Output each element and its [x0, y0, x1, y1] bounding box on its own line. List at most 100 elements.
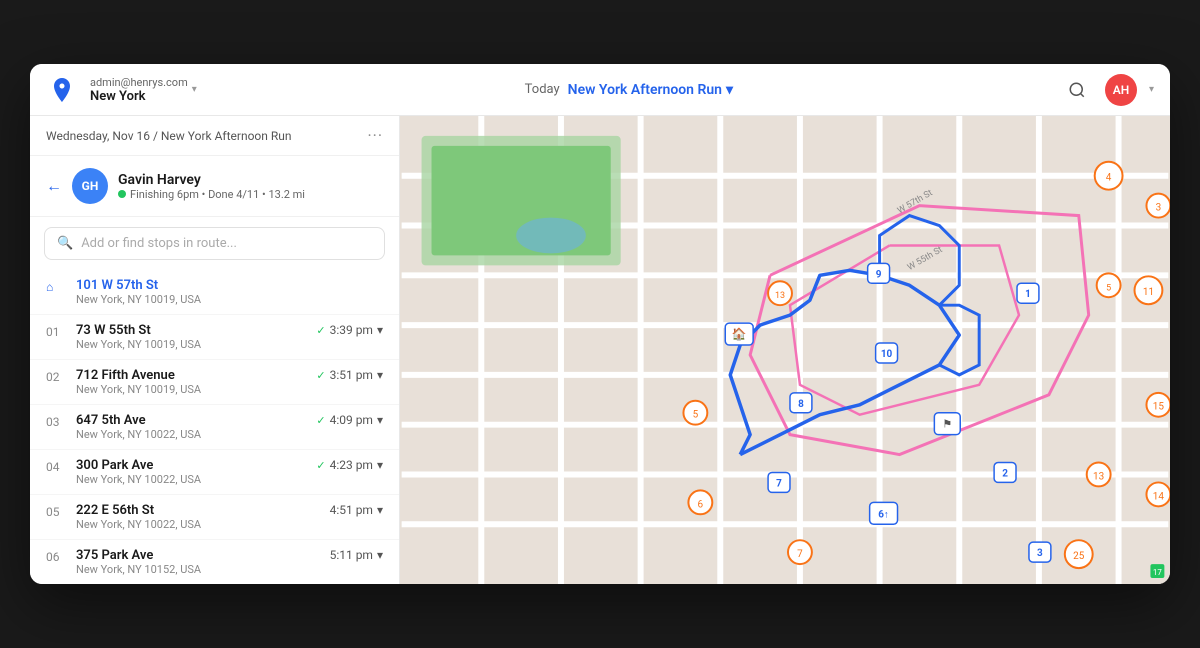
svg-text:13: 13	[1093, 471, 1104, 482]
stop-number: 01	[46, 323, 66, 339]
sidebar-header: Wednesday, Nov 16 / New York Afternoon R…	[30, 116, 399, 156]
stop-item[interactable]: ⌂ 101 W 57th StNew York, NY 10019, USA	[30, 270, 399, 315]
stop-item[interactable]: 06 375 Park AveNew York, NY 10152, USA 5:1…	[30, 540, 399, 584]
stop-search-bar[interactable]: 🔍 Add or find stops in route...	[44, 227, 385, 260]
stop-number: ⌂	[46, 278, 66, 294]
stop-number: 06	[46, 548, 66, 564]
header-center: Today New York Afternoon Run ▾	[209, 82, 1049, 98]
stop-time[interactable]: ✓ 3:39 pm ▾	[316, 323, 383, 337]
status-dot-icon	[118, 190, 126, 198]
stop-search-placeholder: Add or find stops in route...	[81, 236, 237, 251]
driver-name: Gavin Harvey	[118, 172, 383, 188]
route-chevron-icon: ▾	[726, 82, 733, 98]
driver-avatar: GH	[72, 168, 108, 204]
svg-text:2: 2	[1002, 468, 1008, 479]
stop-time-value: 3:51 pm	[330, 368, 373, 382]
sidebar-date: Wednesday, Nov 16 / New York Afternoon R…	[46, 129, 292, 143]
stop-details: 375 Park AveNew York, NY 10152, USA	[76, 548, 320, 576]
stop-time-value: 4:51 pm	[330, 503, 373, 517]
svg-text:15: 15	[1153, 402, 1165, 413]
account-email: admin@henrys.com	[90, 76, 188, 89]
svg-text:6: 6	[698, 499, 704, 510]
back-button[interactable]: ←	[46, 176, 62, 196]
svg-text:⚑: ⚑	[942, 418, 952, 431]
stop-item[interactable]: 01 73 W 55th StNew York, NY 10019, USA ✓ 3…	[30, 315, 399, 360]
stop-time[interactable]: 4:51 pm ▾	[330, 503, 383, 517]
svg-text:5: 5	[693, 410, 699, 421]
user-avatar[interactable]: AH	[1105, 74, 1137, 106]
driver-status-text: Finishing 6pm • Done 4/11 • 13.2 mi	[130, 188, 305, 201]
stop-time-chevron-icon: ▾	[377, 458, 383, 472]
stop-item[interactable]: 02 712 Fifth AvenueNew York, NY 10019, US…	[30, 360, 399, 405]
stop-time-chevron-icon: ▾	[377, 503, 383, 517]
stop-number: 02	[46, 368, 66, 384]
stop-time-chevron-icon: ▾	[377, 413, 383, 427]
search-button[interactable]	[1061, 74, 1093, 106]
stop-city: New York, NY 10022, USA	[76, 473, 306, 486]
stop-city: New York, NY 10019, USA	[76, 338, 306, 351]
svg-text:5: 5	[1106, 283, 1111, 293]
stop-time-value: 4:23 pm	[330, 458, 373, 472]
svg-text:🏠: 🏠	[732, 327, 747, 341]
stop-details: 73 W 55th StNew York, NY 10019, USA	[76, 323, 306, 351]
stop-time-chevron-icon: ▾	[377, 323, 383, 337]
stop-item[interactable]: 04 300 Park AveNew York, NY 10022, USA ✓ 4…	[30, 450, 399, 495]
svg-text:9: 9	[876, 269, 882, 280]
account-city: New York	[90, 89, 188, 104]
stop-details: 647 5th AveNew York, NY 10022, USA	[76, 413, 306, 441]
svg-text:17: 17	[1153, 568, 1162, 577]
stop-city: New York, NY 10019, USA	[76, 383, 306, 396]
stop-search-icon: 🔍	[57, 236, 73, 251]
map-area[interactable]: 🏠 1 2 3 ⚑ 6↑ 7	[400, 116, 1170, 584]
svg-text:10: 10	[881, 349, 893, 360]
route-name: New York Afternoon Run	[568, 82, 722, 98]
stop-time-value: 3:39 pm	[330, 323, 373, 337]
stop-number: 03	[46, 413, 66, 429]
stop-details: 712 Fifth AvenueNew York, NY 10019, USA	[76, 368, 306, 396]
svg-text:7: 7	[797, 549, 803, 560]
stop-time-value: 5:11 pm	[330, 548, 373, 562]
stop-details: 300 Park AveNew York, NY 10022, USA	[76, 458, 306, 486]
stops-list: ⌂101 W 57th StNew York, NY 10019, USA017…	[30, 270, 399, 584]
svg-text:3: 3	[1037, 548, 1043, 559]
stop-time[interactable]: ✓ 4:09 pm ▾	[316, 413, 383, 427]
driver-status: Finishing 6pm • Done 4/11 • 13.2 mi	[118, 188, 383, 201]
today-label: Today	[525, 82, 560, 97]
svg-text:8: 8	[798, 399, 804, 410]
stop-time-chevron-icon: ▾	[377, 548, 383, 562]
stop-number: 04	[46, 458, 66, 474]
stop-city: New York, NY 10019, USA	[76, 293, 383, 306]
stop-item[interactable]: 03 647 5th AveNew York, NY 10022, USA ✓ 4:…	[30, 405, 399, 450]
svg-text:13: 13	[775, 291, 785, 301]
stop-street: 647 5th Ave	[76, 413, 306, 428]
driver-section: ← GH Gavin Harvey Finishing 6pm • Done 4…	[30, 156, 399, 217]
stop-check-icon: ✓	[316, 459, 325, 472]
stop-street: 375 Park Ave	[76, 548, 320, 563]
stop-time-chevron-icon: ▾	[377, 368, 383, 382]
sidebar: Wednesday, Nov 16 / New York Afternoon R…	[30, 116, 400, 584]
stop-street: 712 Fifth Avenue	[76, 368, 306, 383]
svg-text:4: 4	[1106, 173, 1112, 184]
route-selector[interactable]: New York Afternoon Run ▾	[568, 82, 733, 98]
main-content: Wednesday, Nov 16 / New York Afternoon R…	[30, 116, 1170, 584]
stop-item[interactable]: 05 222 E 56th StNew York, NY 10022, USA 4:…	[30, 495, 399, 540]
user-chevron-icon: ▾	[1149, 84, 1154, 95]
stop-street: 101 W 57th St	[76, 278, 383, 293]
app-logo	[46, 74, 78, 106]
header: admin@henrys.com New York ▾ Today New Yo…	[30, 64, 1170, 116]
stop-check-icon: ✓	[316, 324, 325, 337]
stop-city: New York, NY 10022, USA	[76, 518, 320, 531]
stop-street: 222 E 56th St	[76, 503, 320, 518]
sidebar-more-button[interactable]: ···	[367, 126, 383, 145]
stop-number: 05	[46, 503, 66, 519]
stop-time[interactable]: ✓ 3:51 pm ▾	[316, 368, 383, 382]
svg-text:7: 7	[776, 478, 782, 489]
stop-details: 101 W 57th StNew York, NY 10019, USA	[76, 278, 383, 306]
stop-time[interactable]: 5:11 pm ▾	[330, 548, 383, 562]
driver-info: Gavin Harvey Finishing 6pm • Done 4/11 •…	[118, 172, 383, 201]
account-info: admin@henrys.com New York	[90, 76, 188, 104]
stop-check-icon: ✓	[316, 369, 325, 382]
app-window: admin@henrys.com New York ▾ Today New Yo…	[30, 64, 1170, 584]
account-selector[interactable]: admin@henrys.com New York ▾	[90, 76, 197, 104]
stop-time[interactable]: ✓ 4:23 pm ▾	[316, 458, 383, 472]
